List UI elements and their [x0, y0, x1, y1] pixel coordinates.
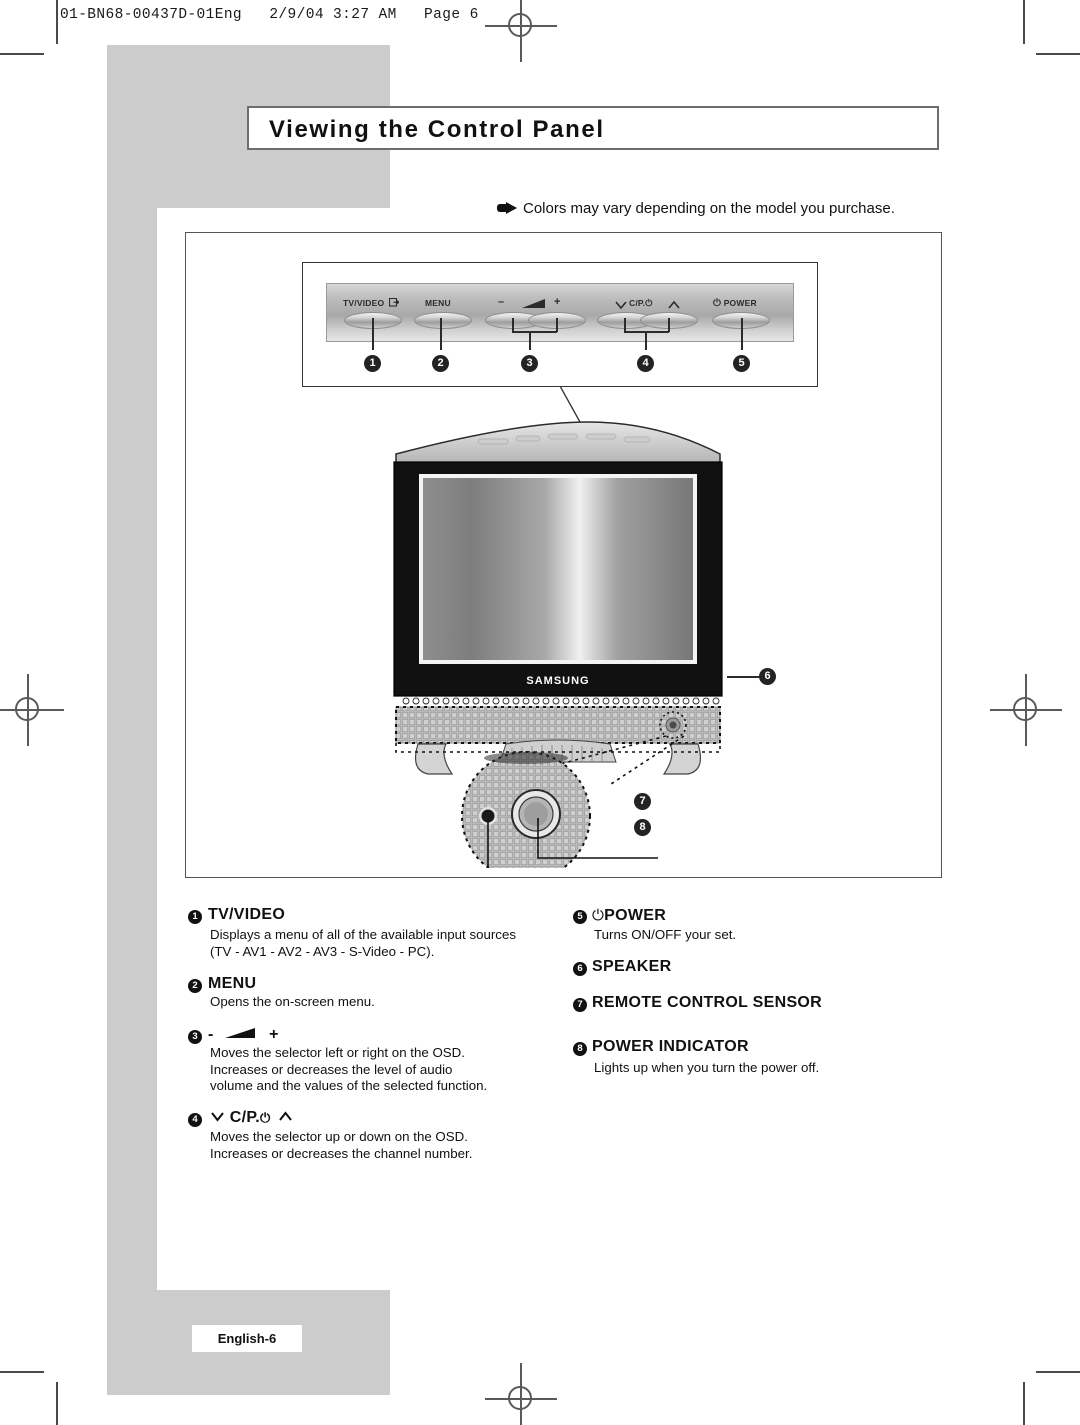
cp-label-power: ⏻ POWER: [713, 298, 757, 309]
desc-heading-power-indicator: POWER INDICATOR: [592, 1038, 749, 1055]
volume-icon: [522, 299, 545, 308]
leader-line-6: [727, 676, 760, 678]
cp-label-menu: MENU: [425, 298, 451, 308]
desc-heading-tvvideo: TV/VIDEO: [208, 906, 286, 923]
leader-line-4c: [645, 331, 647, 350]
callout-badge-6: 6: [759, 668, 776, 685]
leader-line-2: [440, 318, 442, 350]
desc-heading-power: ⏻POWER: [592, 906, 666, 925]
source-input-icon: [388, 297, 400, 307]
crop-mark-top-right-horizontal: [1036, 53, 1080, 55]
desc-badge-2: 2: [188, 979, 202, 993]
desc-body-menu: Opens the on-screen menu.: [210, 994, 375, 1009]
desc-heading-channel: C/P.⏻: [210, 1109, 293, 1127]
color-note-text: Colors may vary depending on the model y…: [523, 200, 895, 217]
callout-badge-5: 5: [733, 355, 750, 372]
chevron-up-icon: [279, 1111, 293, 1121]
leader-line-1: [372, 318, 374, 350]
desc-badge-1: 1: [188, 910, 202, 924]
cp-label-channel: ∨ C/P.C/P.⏻: [629, 298, 653, 309]
power-icon: ⏻: [592, 906, 605, 924]
leader-line-3a: [512, 318, 514, 332]
registration-mark-top: [485, 0, 557, 62]
document-page: 01-BN68-00437D-01Eng 2/9/04 3:27 AM Page…: [0, 0, 1080, 1425]
callout-badge-8: 8: [634, 819, 651, 836]
tv-brand-label: SAMSUNG: [526, 675, 589, 687]
desc-heading-volume-minus: -: [208, 1026, 214, 1043]
chevron-down-icon: [211, 1112, 224, 1122]
desc-badge-8: 8: [573, 1042, 587, 1056]
desc-heading-volume: - +: [208, 1026, 279, 1044]
desc-heading-channel-text: C/P.: [229, 1109, 261, 1126]
desc-heading-speaker: SPEAKER: [592, 958, 672, 975]
leader-line-4-bridge: [624, 331, 669, 333]
leader-line-5: [741, 318, 743, 350]
registration-mark-bottom: [485, 1363, 557, 1425]
callout-badge-1: 1: [364, 355, 381, 372]
desc-badge-3: 3: [188, 1030, 202, 1044]
cp-label-tvvideo: TV/VIDEO: [343, 297, 400, 308]
print-slug: 01-BN68-00437D-01Eng 2/9/04 3:27 AM Page…: [60, 7, 479, 23]
callout-badge-4: 4: [637, 355, 654, 372]
gray-band-spine: [107, 208, 157, 1290]
registration-mark-left: [0, 674, 64, 746]
color-note: Colors may vary depending on the model y…: [497, 200, 895, 217]
crop-mark-top-right-vertical: [1023, 0, 1025, 44]
desc-heading-remote-sensor: REMOTE CONTROL SENSOR: [592, 994, 823, 1011]
crop-mark-top-left-vertical: [56, 0, 58, 44]
cp-label-power-text: POWER: [723, 298, 757, 308]
control-panel-button-menu[interactable]: [414, 312, 472, 329]
footer-page-label: English-6: [217, 1331, 277, 1346]
tv-illustration: SAMSUNG: [393, 421, 723, 868]
footer-page-badge: English-6: [192, 1325, 302, 1352]
crop-mark-bottom-left-vertical: [56, 1382, 58, 1425]
desc-badge-7: 7: [573, 998, 587, 1012]
registration-mark-right: [990, 674, 1062, 746]
cp-label-tvvideo-text: TV/VIDEO: [343, 298, 385, 308]
desc-badge-5: 5: [573, 910, 587, 924]
desc-heading-power-text: POWER: [604, 907, 667, 924]
power-icon: ⏻: [713, 298, 722, 309]
power-icon: ⏻: [645, 299, 653, 309]
chevron-down-icon: [615, 301, 627, 310]
pointing-hand-icon: [497, 202, 517, 214]
power-icon: ⏻: [260, 1111, 271, 1126]
page-title: Viewing the Control Panel: [247, 106, 939, 150]
desc-body-tvvideo: Displays a menu of all of the available …: [210, 927, 516, 959]
volume-icon: [225, 1028, 256, 1038]
callout-badge-3: 3: [521, 355, 538, 372]
crop-mark-bottom-right-vertical: [1023, 1382, 1025, 1425]
leader-line-3c: [529, 331, 531, 350]
leader-line-3b: [556, 318, 558, 332]
leader-line-4a: [624, 318, 626, 332]
desc-body-power: Turns ON/OFF your set.: [594, 927, 737, 942]
cp-label-volume-minus: –: [498, 296, 505, 308]
desc-body-volume: Moves the selector left or right on the …: [210, 1045, 488, 1093]
callout-badge-2: 2: [432, 355, 449, 372]
leader-line-4b: [668, 318, 670, 332]
crop-mark-bottom-right-horizontal: [1036, 1371, 1080, 1373]
desc-heading-volume-plus: +: [269, 1026, 279, 1043]
desc-heading-menu: MENU: [208, 975, 257, 992]
chevron-up-icon: [668, 300, 680, 309]
crop-mark-top-left-horizontal: [0, 53, 44, 55]
desc-body-channel: Moves the selector up or down on the OSD…: [210, 1129, 473, 1161]
desc-badge-6: 6: [573, 962, 587, 976]
callout-badge-7: 7: [634, 793, 651, 810]
cp-label-volume-plus: +: [554, 296, 561, 308]
desc-body-power-indicator: Lights up when you turn the power off.: [594, 1060, 820, 1075]
desc-badge-4: 4: [188, 1113, 202, 1127]
leader-line-3-bridge: [512, 331, 557, 333]
crop-mark-bottom-left-horizontal: [0, 1371, 44, 1373]
page-title-text: Viewing the Control Panel: [269, 116, 605, 143]
